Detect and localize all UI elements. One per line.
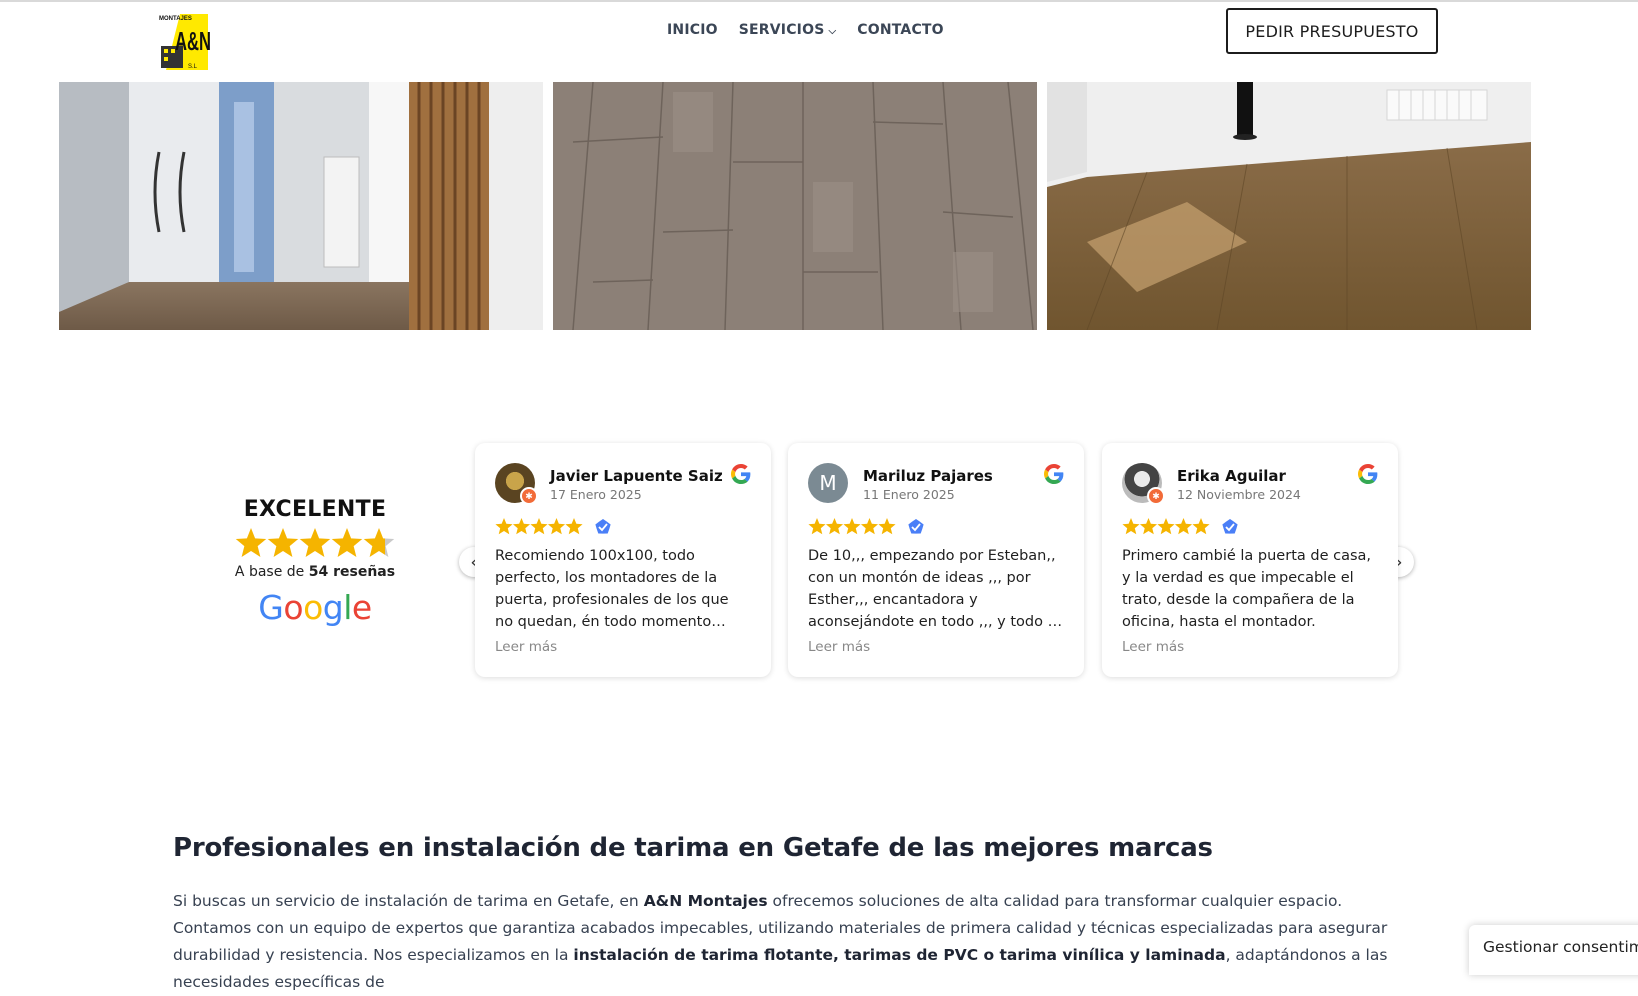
review-card: ✱ Javier Lapuente Saiz 17 Enero 2025 Rec… bbox=[475, 443, 771, 677]
review-text: Primero cambié la puerta de casa, y la v… bbox=[1122, 548, 1372, 630]
review-card: ✱ Erika Aguilar 12 Noviembre 2024 Primer… bbox=[1102, 443, 1398, 677]
nav-contacto-label: CONTACTO bbox=[857, 22, 944, 38]
svg-text:A&N: A&N bbox=[175, 26, 211, 56]
nav-servicios-label: SERVICIOS bbox=[738, 22, 825, 38]
gallery-photo-laminate-floor[interactable] bbox=[553, 82, 1037, 330]
local-guide-badge: ✱ bbox=[1147, 487, 1165, 505]
google-logo-letter: G bbox=[258, 588, 284, 627]
review-star bbox=[860, 518, 879, 535]
read-more-link[interactable]: Leer más bbox=[495, 639, 751, 655]
google-g-icon bbox=[1358, 464, 1378, 489]
review-text: Recomiendo 100x100, todo perfecto, los m… bbox=[495, 548, 729, 630]
review-stars bbox=[1122, 517, 1378, 537]
google-rating-summary: EXCELENTE A base de 54 reseñas Google bbox=[225, 497, 405, 627]
nav-inicio-label: INICIO bbox=[667, 22, 718, 38]
review-star bbox=[843, 518, 861, 535]
rating-word: EXCELENTE bbox=[243, 497, 387, 522]
review-text: De 10,,, empezando por Esteban,, con un … bbox=[808, 548, 1061, 630]
gallery-photo-room-floor[interactable] bbox=[1047, 82, 1531, 330]
review-date: 11 Enero 2025 bbox=[863, 487, 955, 502]
brand-name: A&N Montajes bbox=[643, 892, 768, 910]
svg-text:S.L: S.L bbox=[188, 64, 198, 70]
review-star bbox=[1192, 518, 1210, 535]
paragraph-text: Si buscas un servicio de instalación de … bbox=[173, 892, 644, 910]
avatar: ✱ bbox=[495, 463, 538, 505]
nav-contacto[interactable]: CONTACTO bbox=[857, 22, 944, 38]
request-quote-button[interactable]: PEDIR PRESUPUESTO bbox=[1226, 8, 1438, 54]
section-title: Profesionales en instalación de tarima e… bbox=[173, 833, 1213, 863]
summary-star bbox=[363, 528, 395, 557]
google-logo-letter: o bbox=[283, 588, 304, 627]
gallery-photo-hallway[interactable] bbox=[59, 82, 543, 330]
review-star bbox=[495, 518, 513, 535]
review-star bbox=[547, 518, 566, 535]
summary-star bbox=[299, 528, 331, 557]
read-more-link[interactable]: Leer más bbox=[808, 639, 1064, 655]
review-count: A base de 54 reseñas bbox=[225, 564, 405, 580]
top-border bbox=[0, 0, 1638, 2]
review-stars bbox=[495, 517, 751, 537]
review-date: 12 Noviembre 2024 bbox=[1177, 487, 1301, 502]
review-count-value: 54 reseñas bbox=[308, 564, 396, 580]
avatar-letter: M bbox=[819, 471, 837, 495]
review-card: M Mariluz Pajares 11 Enero 2025 De 10,,,… bbox=[788, 443, 1084, 677]
verified-icon bbox=[908, 519, 924, 534]
avatar: M bbox=[808, 463, 848, 503]
reviewer-name: Mariluz Pajares bbox=[863, 467, 993, 485]
review-star bbox=[565, 518, 583, 535]
review-star bbox=[808, 518, 826, 535]
company-logo[interactable]: MONTAJES A&N S.L bbox=[158, 12, 213, 72]
review-star bbox=[1157, 518, 1175, 535]
review-star bbox=[530, 518, 548, 535]
reviewer-name: Javier Lapuente Saiz bbox=[550, 467, 723, 485]
local-guide-badge: ✱ bbox=[520, 487, 538, 505]
summary-star bbox=[331, 528, 363, 557]
review-star bbox=[1174, 518, 1193, 535]
google-logo-letter: g bbox=[322, 588, 344, 627]
summary-star bbox=[267, 528, 299, 557]
review-date: 17 Enero 2025 bbox=[550, 487, 642, 502]
verified-icon bbox=[595, 519, 611, 534]
google-logo: Google bbox=[225, 588, 405, 627]
google-g-icon bbox=[1044, 464, 1064, 489]
review-star bbox=[825, 518, 844, 535]
services-highlight: instalación de tarima flotante, tarimas … bbox=[573, 946, 1226, 964]
review-star bbox=[878, 518, 896, 535]
google-logo-letter: e bbox=[351, 588, 372, 627]
chevron-down-icon: ⌵ bbox=[828, 25, 837, 37]
google-g-icon bbox=[731, 464, 751, 489]
review-star bbox=[512, 518, 531, 535]
verified-icon bbox=[1222, 519, 1238, 534]
read-more-link[interactable]: Leer más bbox=[1122, 639, 1378, 655]
review-star bbox=[1122, 518, 1140, 535]
review-stars bbox=[808, 517, 1064, 537]
review-star bbox=[1139, 518, 1158, 535]
consent-manager-tab[interactable]: Gestionar consentimiento bbox=[1469, 925, 1638, 975]
google-logo-letter: l bbox=[343, 588, 352, 627]
reviewer-name: Erika Aguilar bbox=[1177, 467, 1286, 485]
main-nav: INICIO SERVICIOS ⌵ CONTACTO bbox=[667, 22, 965, 38]
summary-star bbox=[235, 528, 267, 557]
svg-text:MONTAJES: MONTAJES bbox=[159, 16, 192, 22]
nav-servicios[interactable]: SERVICIOS ⌵ bbox=[739, 22, 837, 38]
google-logo-letter: o bbox=[303, 588, 323, 627]
review-count-prefix: A base de bbox=[234, 564, 309, 580]
nav-inicio[interactable]: INICIO bbox=[667, 22, 718, 38]
avatar: ✱ bbox=[1122, 463, 1165, 505]
summary-stars bbox=[225, 526, 405, 562]
section-paragraph: Si buscas un servicio de instalación de … bbox=[173, 888, 1413, 996]
